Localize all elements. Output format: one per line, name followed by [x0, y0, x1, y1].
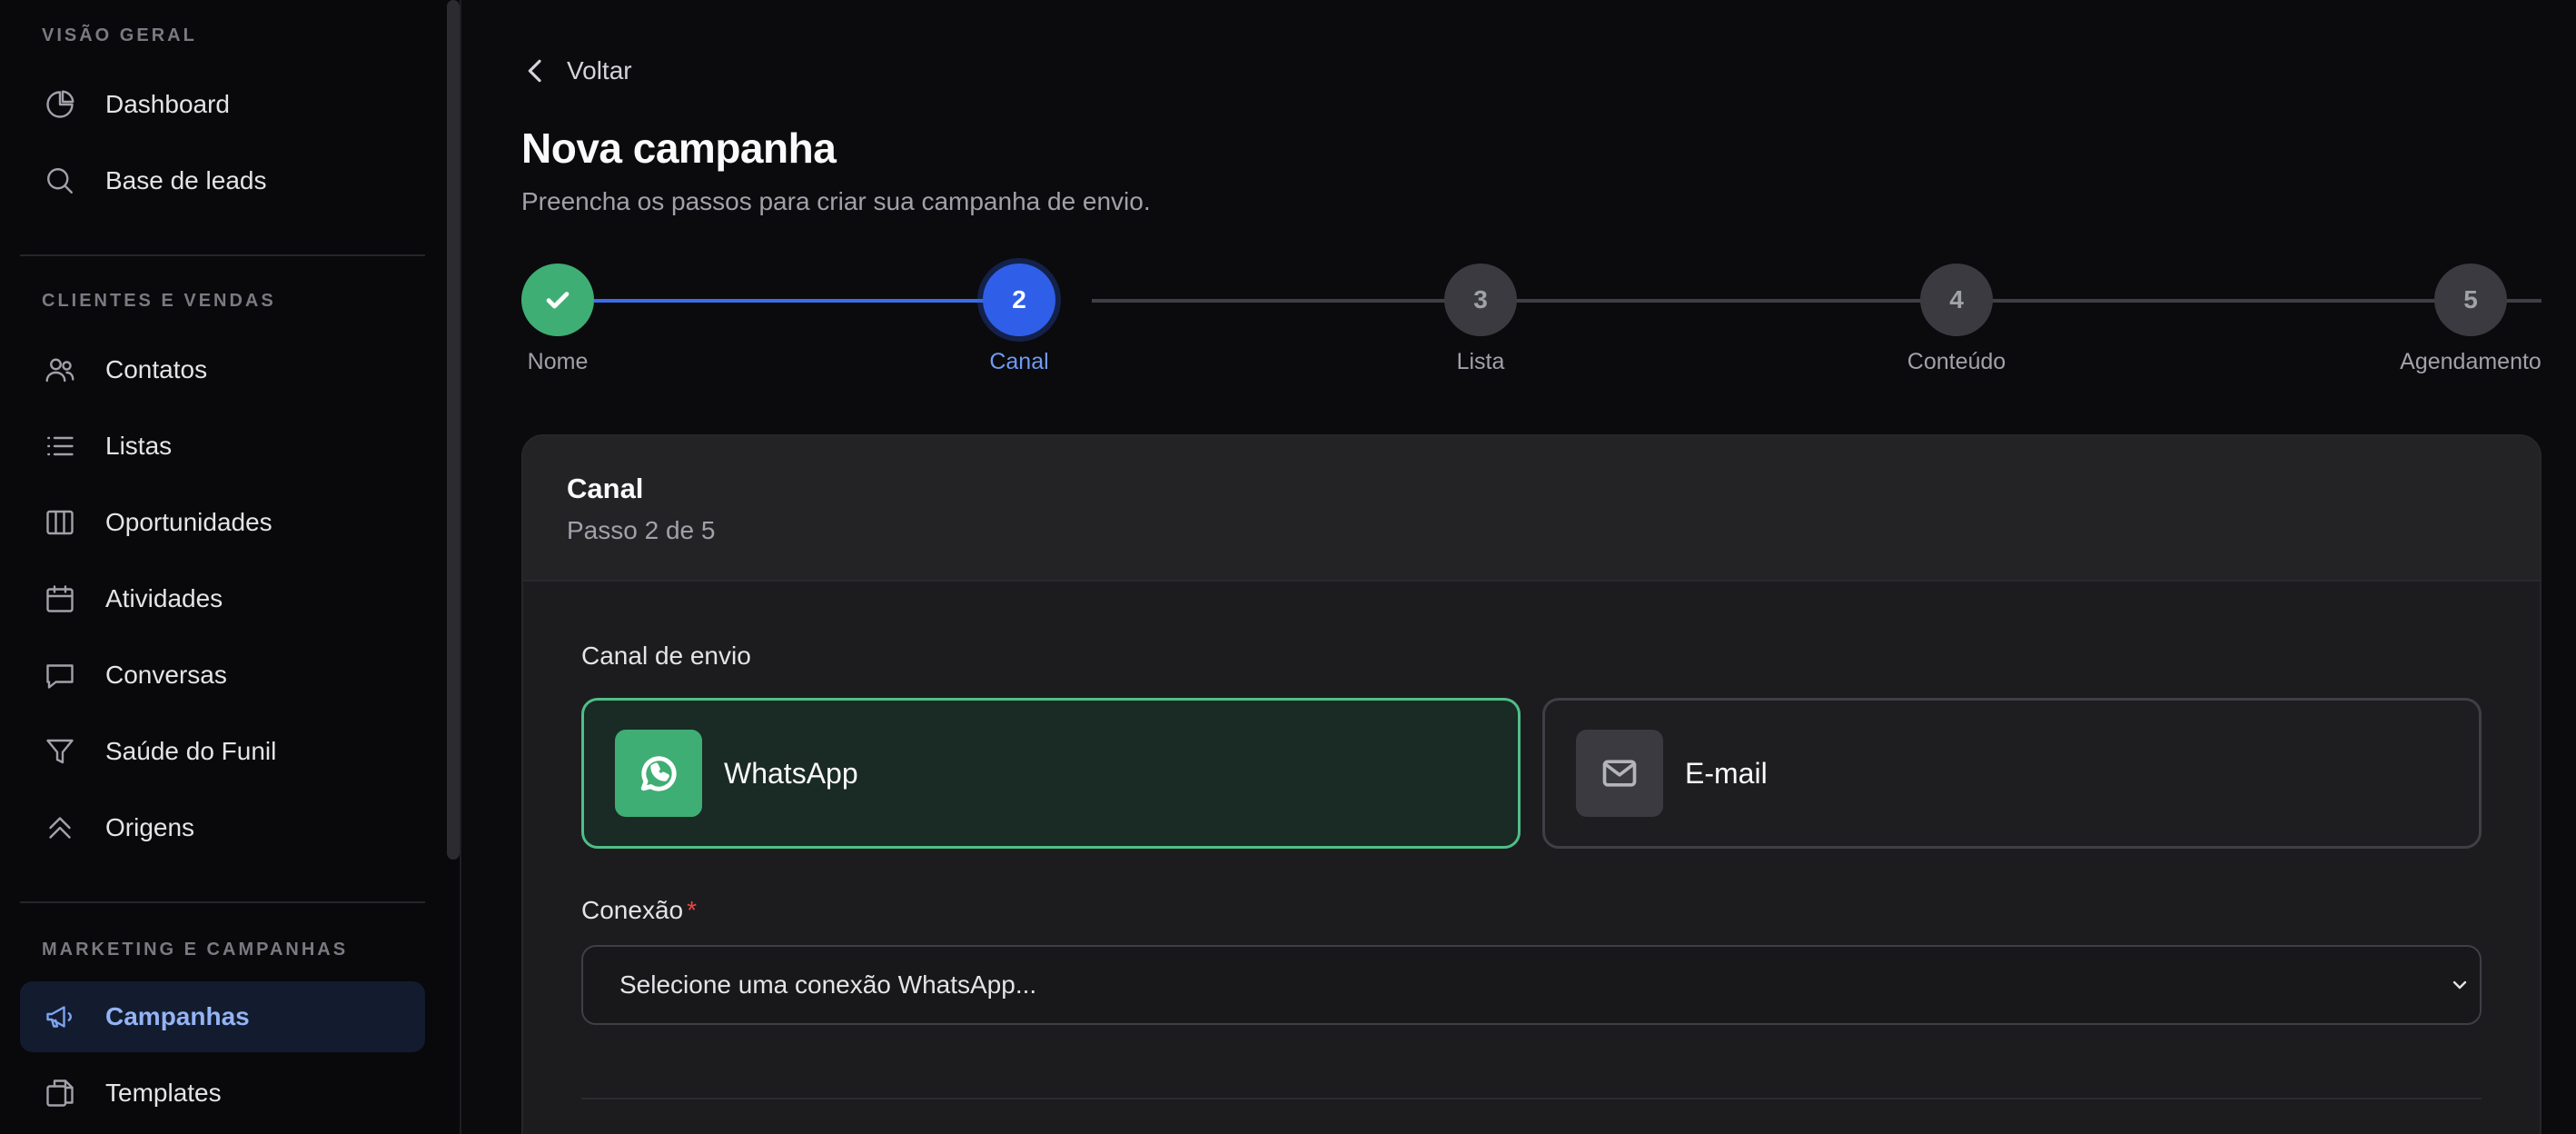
- step-connector-done: [594, 299, 1019, 303]
- pie-chart-icon: [42, 86, 78, 123]
- step-4-conteudo[interactable]: 4: [1920, 264, 1993, 336]
- stepper: Nome 2 Canal 3 Lista 4 Conteúdo 5 Agenda…: [521, 264, 2541, 382]
- step-5-agendamento[interactable]: 5: [2434, 264, 2507, 336]
- mail-icon: [1576, 730, 1663, 817]
- channel-option-whatsapp[interactable]: WhatsApp: [581, 698, 1521, 849]
- sidebar-scrollbar[interactable]: [447, 0, 460, 860]
- card-divider: [581, 1098, 2482, 1099]
- step-1-nome[interactable]: [521, 264, 594, 336]
- copy-icon: [42, 1075, 78, 1111]
- app-root: VISÃO GERAL Dashboard Base de leads CLIE…: [0, 0, 2576, 1134]
- page-title: Nova campanha: [521, 124, 837, 172]
- sidebar: VISÃO GERAL Dashboard Base de leads CLIE…: [0, 0, 461, 1134]
- sidebar-divider: [20, 901, 425, 903]
- list-icon: [42, 428, 78, 464]
- step-connector-pending: [1092, 299, 2541, 303]
- sidebar-item-contatos[interactable]: Contatos: [20, 334, 425, 405]
- channel-option-email[interactable]: E-mail: [1542, 698, 2482, 849]
- whatsapp-icon: [615, 730, 702, 817]
- page-subtitle: Preencha os passos para criar sua campan…: [521, 187, 1151, 215]
- sidebar-item-label: Base de leads: [105, 166, 267, 194]
- check-icon: [546, 292, 570, 309]
- channel-label: WhatsApp: [724, 756, 858, 790]
- search-icon: [42, 163, 78, 199]
- sidebar-item-campanhas[interactable]: Campanhas: [20, 981, 425, 1052]
- step-label-canal: Canal: [989, 349, 1049, 374]
- sidebar-item-label: Campanhas: [105, 1002, 250, 1030]
- sidebar-item-label: Atividades: [105, 584, 223, 612]
- sidebar-item-oportunidades[interactable]: Oportunidades: [20, 487, 425, 558]
- sidebar-divider: [20, 254, 425, 256]
- channel-field-label: Canal de envio: [581, 642, 751, 670]
- connection-select-value: Selecione uma conexão WhatsApp...: [619, 970, 1037, 999]
- card-title: Canal: [567, 472, 644, 504]
- funnel-icon: [42, 733, 78, 770]
- back-button[interactable]: Voltar: [521, 56, 632, 85]
- connection-label-text: Conexão: [581, 896, 684, 924]
- chevrons-up-icon: [42, 810, 78, 846]
- sidebar-item-label: Saúde do Funil: [105, 737, 277, 765]
- card-step-indicator: Passo 2 de 5: [567, 516, 716, 544]
- sidebar-item-dashboard[interactable]: Dashboard: [20, 69, 425, 140]
- step-label-nome: Nome: [527, 349, 589, 374]
- columns-icon: [42, 504, 78, 541]
- sidebar-item-saude-do-funil[interactable]: Saúde do Funil: [20, 716, 425, 787]
- megaphone-icon: [42, 999, 78, 1035]
- step-label-agendamento: Agendamento: [2400, 349, 2541, 374]
- required-asterisk: *: [687, 896, 697, 924]
- section-label-clientes-e-vendas: CLIENTES E VENDAS: [42, 291, 276, 311]
- card-header: Canal Passo 2 de 5: [523, 436, 2540, 582]
- sidebar-item-base-de-leads[interactable]: Base de leads: [20, 145, 425, 216]
- step-label-lista: Lista: [1456, 349, 1505, 374]
- chevron-left-icon: [528, 59, 541, 83]
- connection-select[interactable]: Selecione uma conexão WhatsApp...: [581, 945, 2482, 1025]
- sidebar-item-label: Contatos: [105, 355, 208, 383]
- main-content: Voltar Nova campanha Preencha os passos …: [463, 0, 2576, 1134]
- step-3-lista[interactable]: 3: [1444, 264, 1517, 336]
- sidebar-item-label: Templates: [105, 1079, 222, 1107]
- calendar-icon: [42, 581, 78, 617]
- sidebar-item-label: Listas: [105, 432, 173, 460]
- sidebar-item-label: Origens: [105, 813, 195, 841]
- users-icon: [42, 352, 78, 388]
- sidebar-item-conversas[interactable]: Conversas: [20, 640, 425, 711]
- sidebar-item-templates[interactable]: Templates: [20, 1058, 425, 1129]
- section-label-marketing-e-campanhas: MARKETING E CAMPANHAS: [42, 940, 349, 960]
- sidebar-item-listas[interactable]: Listas: [20, 411, 425, 482]
- connection-field-label: Conexão *: [581, 896, 697, 925]
- channel-label: E-mail: [1685, 756, 1768, 790]
- step-card: Canal Passo 2 de 5 Canal de envio WhatsA…: [521, 434, 2541, 1134]
- sidebar-item-label: Oportunidades: [105, 508, 272, 536]
- step-2-canal[interactable]: 2: [983, 264, 1055, 336]
- chat-icon: [42, 657, 78, 693]
- sidebar-item-label: Conversas: [105, 661, 227, 689]
- section-label-visao-geral: VISÃO GERAL: [42, 25, 197, 45]
- chevron-down-icon: [2452, 980, 2467, 990]
- sidebar-item-atividades[interactable]: Atividades: [20, 563, 425, 634]
- back-label: Voltar: [567, 56, 632, 85]
- sidebar-item-label: Dashboard: [105, 90, 230, 118]
- step-label-conteudo: Conteúdo: [1907, 349, 2006, 374]
- sidebar-item-origens[interactable]: Origens: [20, 792, 425, 863]
